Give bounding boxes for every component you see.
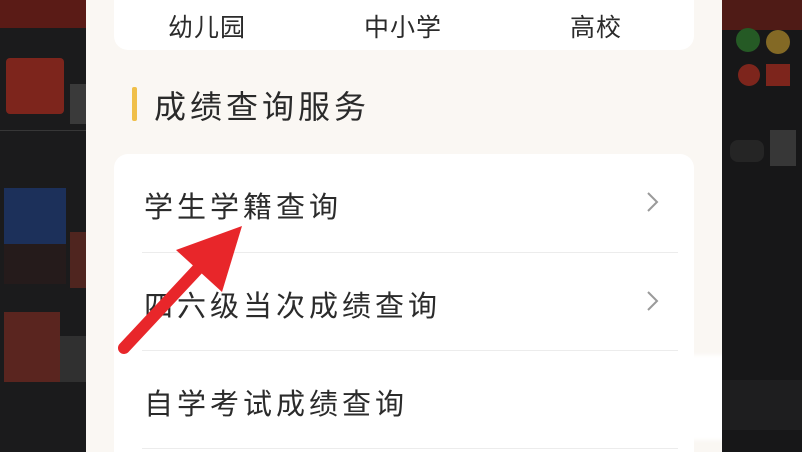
chevron-right-icon <box>647 291 659 311</box>
service-item-cet-score[interactable]: 四六级当次成绩查询 <box>114 253 694 350</box>
score-query-service-list: 学生学籍查询 四六级当次成绩查询 自学考试成绩查询 <box>114 154 694 452</box>
tab-kindergarten[interactable]: 幼儿园 <box>168 8 246 44</box>
school-level-tabs: 幼儿园 中小学 高校 <box>114 0 694 50</box>
section-accent-bar <box>132 87 137 121</box>
tab-primary-middle-school[interactable]: 中小学 <box>364 8 442 44</box>
section-title: 成绩查询服务 <box>154 88 371 126</box>
chevron-right-icon <box>647 192 659 212</box>
background-app-left <box>0 0 86 452</box>
blurred-watermark-patch <box>616 355 722 440</box>
service-item-label: 自学考试成绩查询 <box>144 387 409 421</box>
tab-college[interactable]: 高校 <box>570 8 622 44</box>
service-item-label: 学生学籍查询 <box>144 190 343 224</box>
list-divider <box>142 448 678 449</box>
screenshot-stage: 幼儿园 中小学 高校 成绩查询服务 学生学籍查询 四六级当次成绩查询 自学考试成… <box>0 0 802 452</box>
service-item-self-study-exam[interactable]: 自学考试成绩查询 <box>114 351 694 448</box>
background-app-right <box>722 0 802 452</box>
service-item-label: 四六级当次成绩查询 <box>144 289 442 323</box>
service-item-student-status[interactable]: 学生学籍查询 <box>114 154 694 251</box>
app-panel: 幼儿园 中小学 高校 成绩查询服务 学生学籍查询 四六级当次成绩查询 自学考试成… <box>86 0 722 452</box>
